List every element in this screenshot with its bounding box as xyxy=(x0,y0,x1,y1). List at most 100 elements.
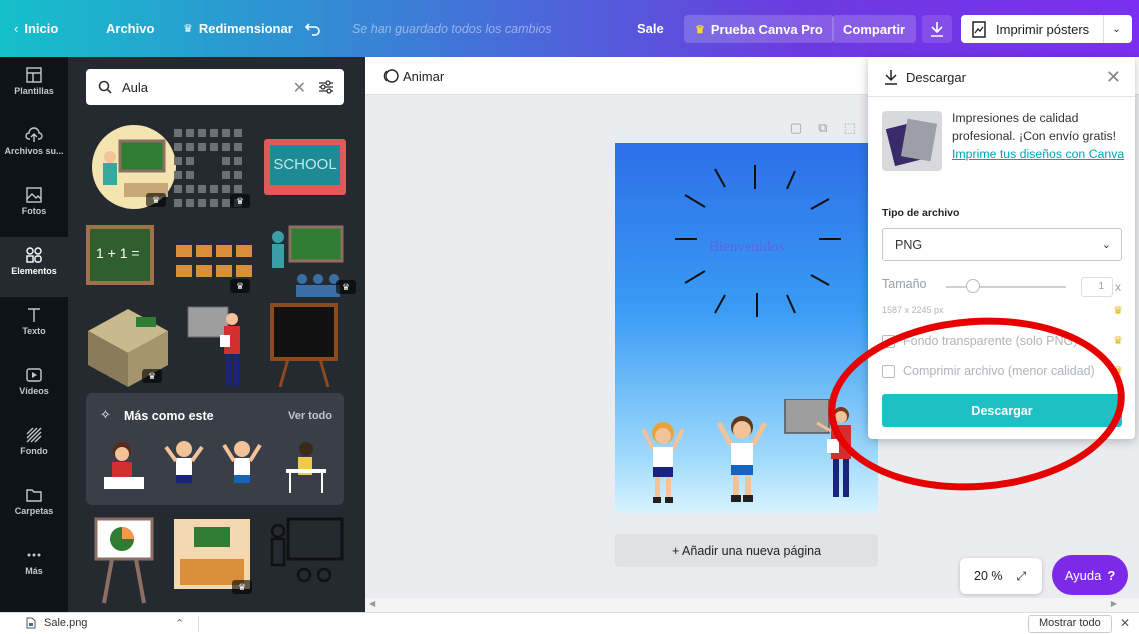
filter-icon[interactable] xyxy=(318,79,334,95)
teacher-board-figure xyxy=(784,399,851,497)
sidebar-item-text[interactable]: Texto xyxy=(0,297,68,357)
sidebar-item-folders[interactable]: Carpetas xyxy=(0,477,68,537)
element-teacher-outline[interactable] xyxy=(264,515,346,595)
sidebar-item-videos[interactable]: Vídeos xyxy=(0,357,68,417)
sidebar-item-templates[interactable]: Plantillas xyxy=(0,57,68,117)
save-status: Se han guardado todos los cambios xyxy=(352,21,552,36)
compress-file-option[interactable]: Comprimir archivo (menor calidad) xyxy=(882,363,1122,379)
canva-editor: ‹ Inicio Archivo ♛ Redimensionar Se han … xyxy=(0,0,1139,634)
close-icon[interactable]: ✕ xyxy=(1120,616,1130,630)
help-icon: ? xyxy=(1107,567,1116,583)
print-promo-image xyxy=(882,111,942,171)
show-all-button[interactable]: Mostrar todo xyxy=(1028,615,1112,633)
file-type-value: PNG xyxy=(895,237,923,252)
element-girl-desk[interactable] xyxy=(100,437,150,495)
scroll-right-icon[interactable]: ▶ xyxy=(1111,599,1117,608)
divider xyxy=(1103,15,1105,43)
element-pie-chart-easel[interactable] xyxy=(92,515,156,605)
sidebar-label: Vídeos xyxy=(19,386,49,396)
search-icon xyxy=(98,80,112,94)
sidebar-label: Texto xyxy=(22,326,46,336)
design-page[interactable]: Bienvenidos xyxy=(615,143,878,513)
sidebar-item-more[interactable]: Más xyxy=(0,537,68,597)
transparent-background-option[interactable]: Fondo transparente (solo PNG) xyxy=(882,333,1122,349)
sunburst-lines xyxy=(675,165,841,317)
size-slider-handle[interactable] xyxy=(966,279,980,293)
download-submit-button[interactable]: Descargar xyxy=(882,394,1122,427)
sidebar-label: Fotos xyxy=(21,206,47,216)
chevron-up-icon[interactable]: ⌃ xyxy=(175,617,184,630)
zoom-value[interactable]: 20 % xyxy=(974,569,1003,583)
chevron-down-icon[interactable]: ⌄ xyxy=(1112,24,1120,35)
element-student-desk[interactable] xyxy=(280,437,330,495)
add-page-button[interactable]: + Añadir una nueva página xyxy=(615,534,878,567)
add-page-icon[interactable]: ⬚ xyxy=(844,120,856,136)
sidebar-item-photos[interactable]: Fotos xyxy=(0,177,68,237)
chevron-left-icon: ‹ xyxy=(14,21,19,36)
left-sidebar: Plantillas Archivos su... Fotos Elemento… xyxy=(0,57,68,612)
sidebar-label: Carpetas xyxy=(14,506,54,516)
compress-checkbox[interactable] xyxy=(882,364,895,378)
duplicate-icon[interactable]: ⧉ xyxy=(818,120,827,136)
download-button[interactable] xyxy=(922,15,952,43)
divider xyxy=(198,616,199,632)
text-icon xyxy=(28,308,40,322)
more-like-this-title: Más como este xyxy=(124,409,214,423)
sidebar-item-uploads[interactable]: Archivos su... xyxy=(0,117,68,177)
home-label: Inicio xyxy=(24,21,59,36)
home-button[interactable]: ‹ Inicio xyxy=(14,0,58,57)
search-input[interactable]: Aula xyxy=(122,80,148,95)
print-designs-link[interactable]: Imprime tus diseños con Canva xyxy=(952,147,1124,161)
element-boy-cheering[interactable] xyxy=(220,437,264,495)
undo-button[interactable] xyxy=(305,0,321,57)
resize-label: Redimensionar xyxy=(198,21,293,36)
boy-cheering-figure xyxy=(716,416,768,502)
print-posters-button[interactable]: Imprimir pósters ⌄ xyxy=(961,15,1132,43)
element-chalkboard[interactable]: 1 + 1 = xyxy=(86,225,154,285)
file-menu[interactable]: Archivo xyxy=(106,0,154,57)
expand-icon[interactable]: ⤢ xyxy=(1017,569,1027,584)
element-classroom-scene[interactable] xyxy=(174,519,250,589)
scroll-left-icon[interactable]: ◀ xyxy=(369,599,375,608)
sidebar-label: Fondo xyxy=(20,446,48,456)
sidebar-item-background[interactable]: Fondo xyxy=(0,417,68,477)
document-title[interactable]: Sale xyxy=(637,0,664,57)
element-school-board[interactable]: SCHOOL xyxy=(264,139,346,195)
print-promo-text: Impresiones de calidad profesional. ¡Con… xyxy=(952,109,1128,163)
crown-icon: ♛ xyxy=(1113,305,1123,317)
share-button[interactable]: Compartir xyxy=(832,15,917,43)
zoom-control[interactable]: 20 % ⤢ xyxy=(960,558,1042,594)
size-row: Tamaño 1 x xyxy=(882,277,1132,297)
elements-panel: Aula ✕ ♛ ♛ SCHOOL 1 + 1 = ♛ ♛ ♛ ✧ Más co… xyxy=(68,57,365,612)
welcome-text[interactable]: Bienvenidos xyxy=(615,239,878,256)
animate-button[interactable]: Animar xyxy=(383,68,444,84)
size-slider-track[interactable] xyxy=(946,286,1066,288)
horizontal-scrollbar[interactable]: ◀ ▶ xyxy=(365,598,1139,612)
downloaded-file[interactable]: Sale.png xyxy=(26,617,87,629)
download-panel: Descargar ✕ Impresiones de calidad profe… xyxy=(868,57,1135,439)
try-pro-button[interactable]: ♛ Prueba Canva Pro xyxy=(684,15,834,43)
size-input[interactable]: 1 xyxy=(1081,277,1113,297)
see-all-link[interactable]: Ver todo xyxy=(288,410,332,422)
element-woman-board[interactable] xyxy=(186,301,258,391)
sidebar-label: Archivos su... xyxy=(4,146,64,156)
element-girl-cheering[interactable] xyxy=(162,437,206,495)
file-type-select[interactable]: PNG ⌄ xyxy=(882,228,1122,261)
sidebar-item-elements[interactable]: Elementos xyxy=(0,237,68,297)
transparent-checkbox[interactable] xyxy=(882,334,895,348)
note-icon[interactable]: ▢ xyxy=(790,120,802,136)
print-label: Imprimir pósters xyxy=(996,21,1090,37)
element-blackboard-easel[interactable] xyxy=(268,303,340,389)
clear-icon[interactable]: ✕ xyxy=(293,78,306,98)
element-teacher-board[interactable] xyxy=(264,217,346,297)
search-bar[interactable]: Aula ✕ xyxy=(86,69,344,105)
chalkboard-text: 1 + 1 = xyxy=(96,245,140,261)
help-button[interactable]: Ayuda ? xyxy=(1052,555,1128,595)
divider xyxy=(868,96,1135,97)
sidebar-label: Más xyxy=(25,566,43,576)
resize-button[interactable]: ♛ Redimensionar xyxy=(183,0,293,57)
element-teacher-circle[interactable] xyxy=(88,123,180,211)
more-icon xyxy=(27,553,41,557)
close-icon[interactable]: ✕ xyxy=(1106,67,1121,88)
crown-icon: ♛ xyxy=(1113,365,1123,377)
